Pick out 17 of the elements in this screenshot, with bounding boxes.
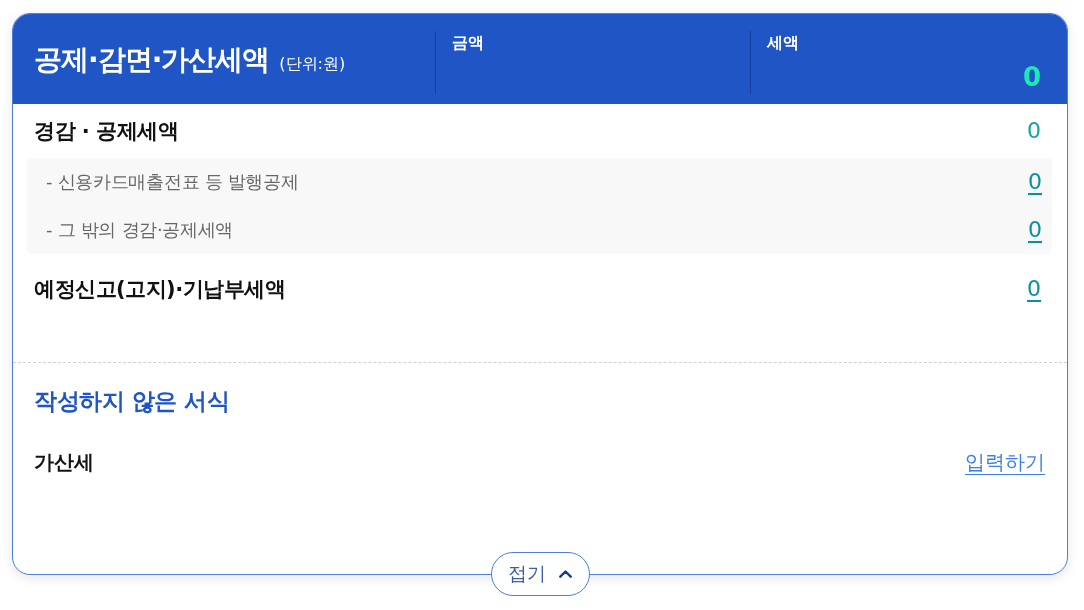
detail-label: - 그 밖의 경감·공제세액 — [46, 218, 234, 242]
amount-value: 0 — [1027, 117, 1041, 145]
row-label: 예정신고(고지)·기납부세액 — [34, 276, 286, 303]
column-label: 세액 — [767, 33, 799, 53]
tax-total: 0 — [1022, 62, 1041, 92]
detail-label: - 신용카드매출전표 등 발행공제 — [46, 170, 299, 194]
column-label: 금액 — [452, 33, 484, 53]
amount-link[interactable]: 0 — [1027, 275, 1041, 303]
row-label: 경감 · 공제세액 — [34, 118, 179, 145]
collapse-button[interactable]: 접기 — [490, 552, 590, 596]
panel-title: 공제·감면·가산세액 — [34, 44, 270, 76]
section-title: 작성하지 않은 서식 — [34, 386, 229, 416]
form-label: 가산세 — [34, 448, 94, 476]
input-link[interactable]: 입력하기 — [965, 448, 1045, 476]
unit-label: (단위:원) — [279, 54, 346, 74]
amount-link[interactable]: 0 — [1028, 168, 1042, 196]
amount-link[interactable]: 0 — [1028, 216, 1042, 244]
